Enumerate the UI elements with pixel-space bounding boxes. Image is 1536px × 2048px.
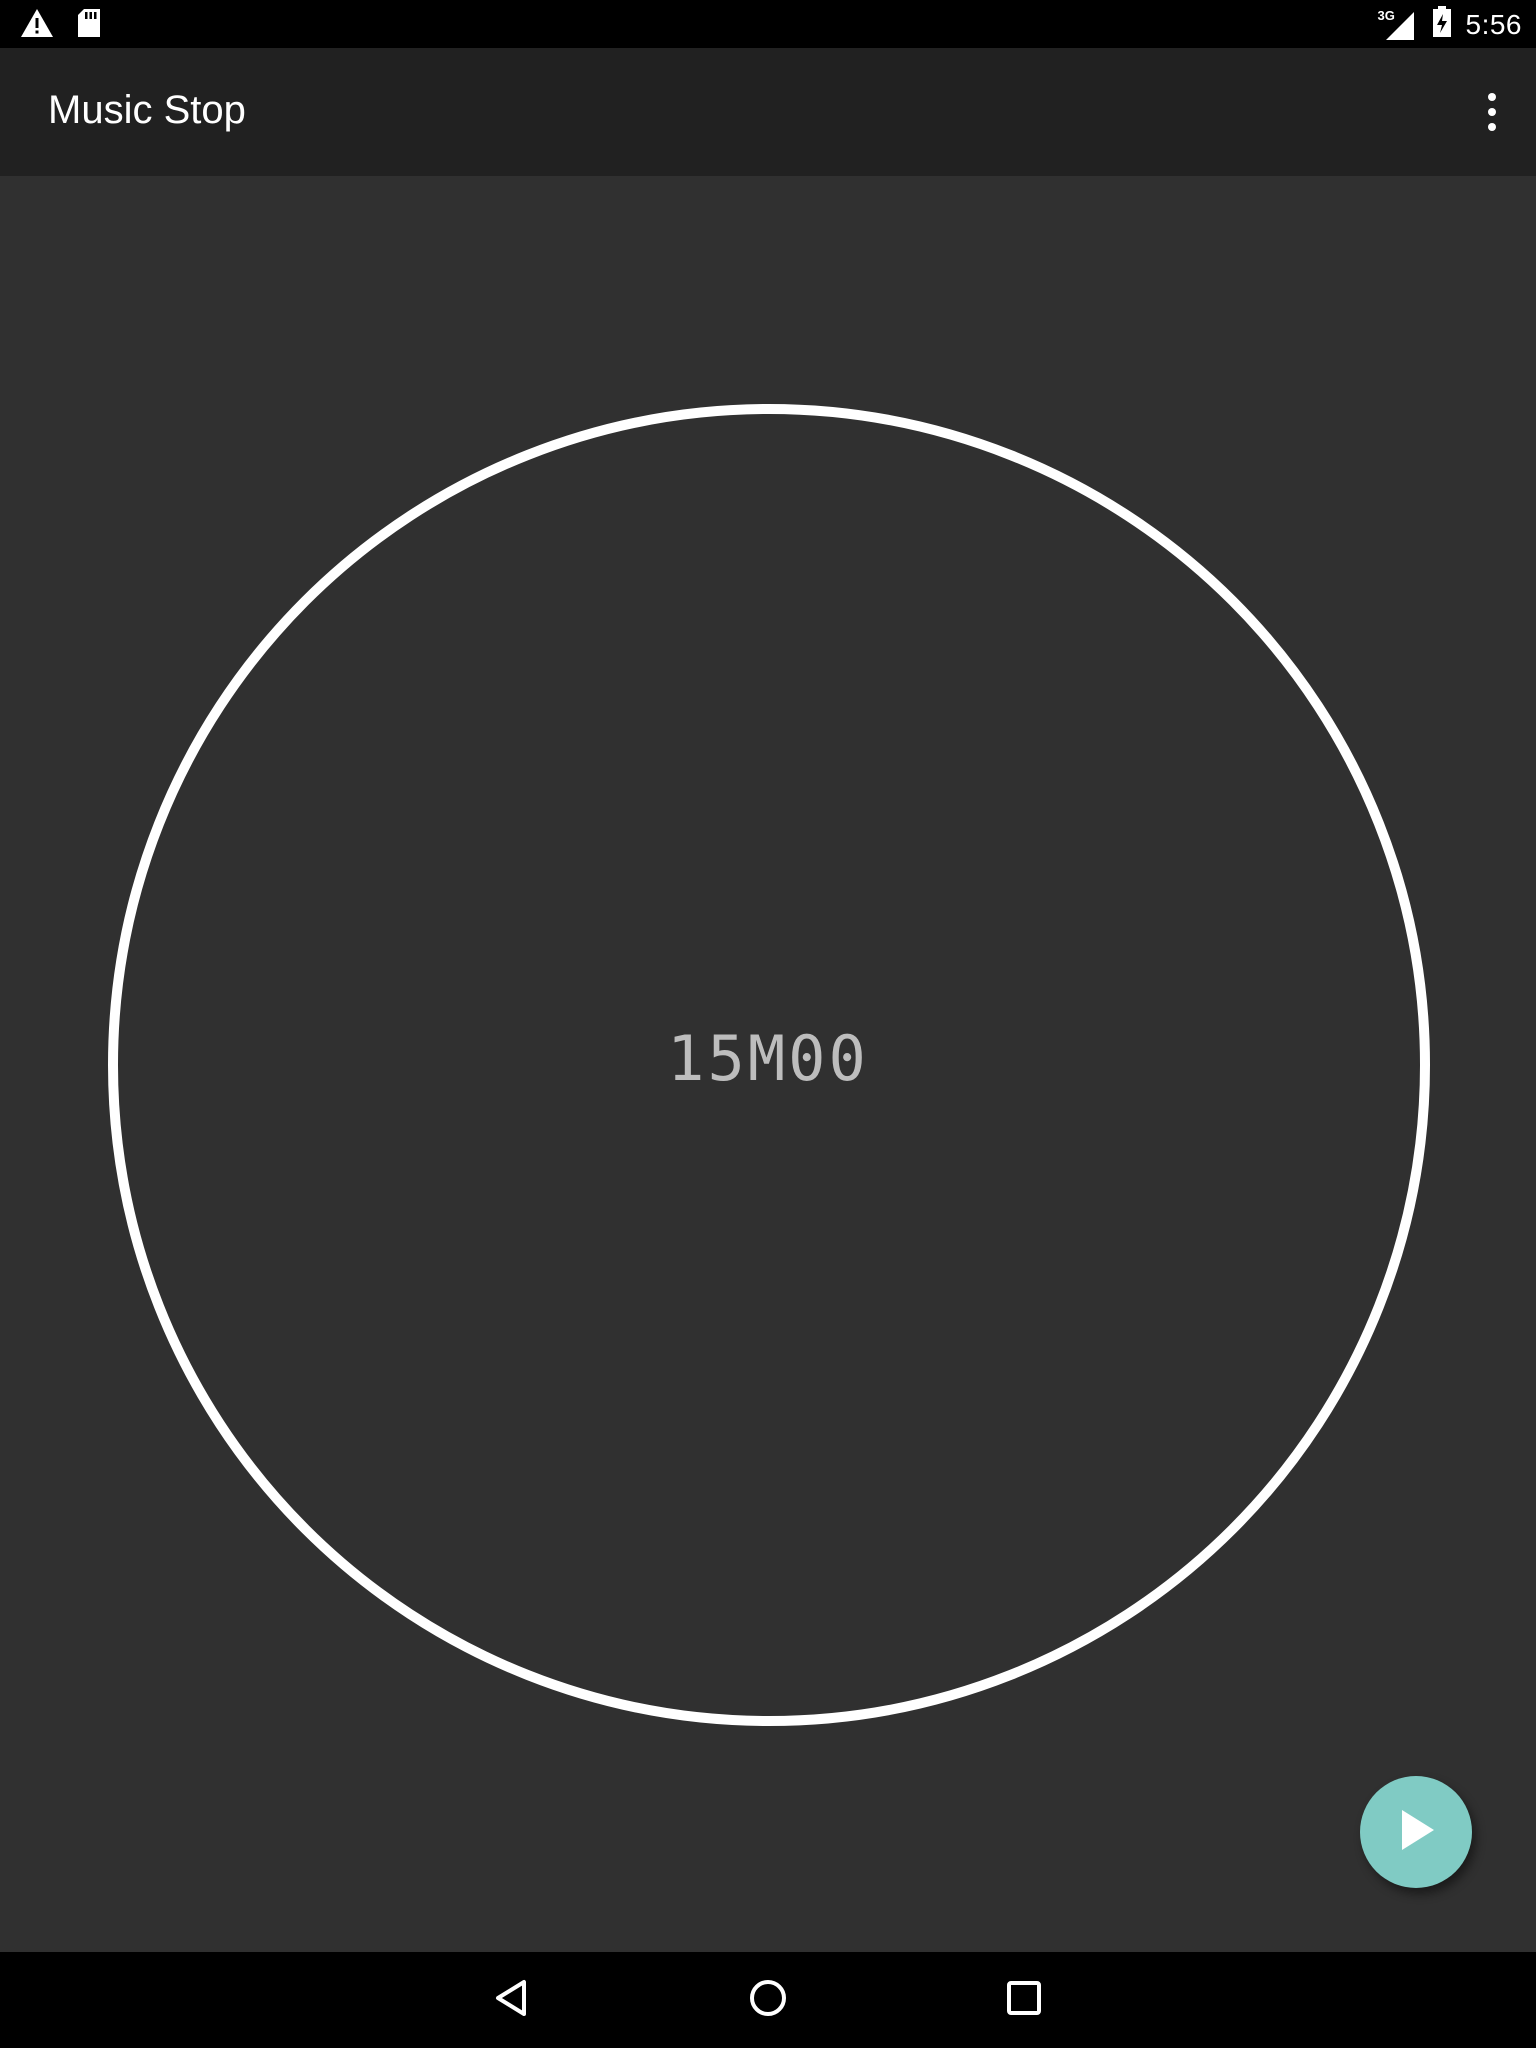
signal-icon: 3G [1378,8,1418,42]
main-content: 15M00 [0,176,1536,1952]
overflow-dot [1488,93,1496,101]
status-bar: 3G 5:56 [0,0,1536,48]
home-button[interactable] [736,1968,800,2032]
home-icon [748,1978,788,2023]
timer-display: 15M00 [667,1022,869,1095]
nav-bar [0,1952,1536,2048]
back-icon [492,1978,532,2023]
app-bar: Music Stop [0,48,1536,176]
recents-button[interactable] [992,1968,1056,2032]
app-title: Music Stop [48,88,246,132]
recents-icon [1004,1978,1044,2023]
overflow-dot [1488,108,1496,116]
battery-charging-icon [1432,6,1452,43]
overflow-menu-icon[interactable] [1468,84,1516,140]
warning-icon [20,8,54,43]
play-icon [1396,1808,1436,1857]
play-button[interactable] [1360,1776,1472,1888]
status-right-icons: 3G 5:56 [1378,6,1523,43]
sd-card-icon [76,8,102,43]
status-left-icons [20,8,102,43]
back-button[interactable] [480,1968,544,2032]
status-time: 5:56 [1465,8,1522,40]
overflow-dot [1488,123,1496,131]
